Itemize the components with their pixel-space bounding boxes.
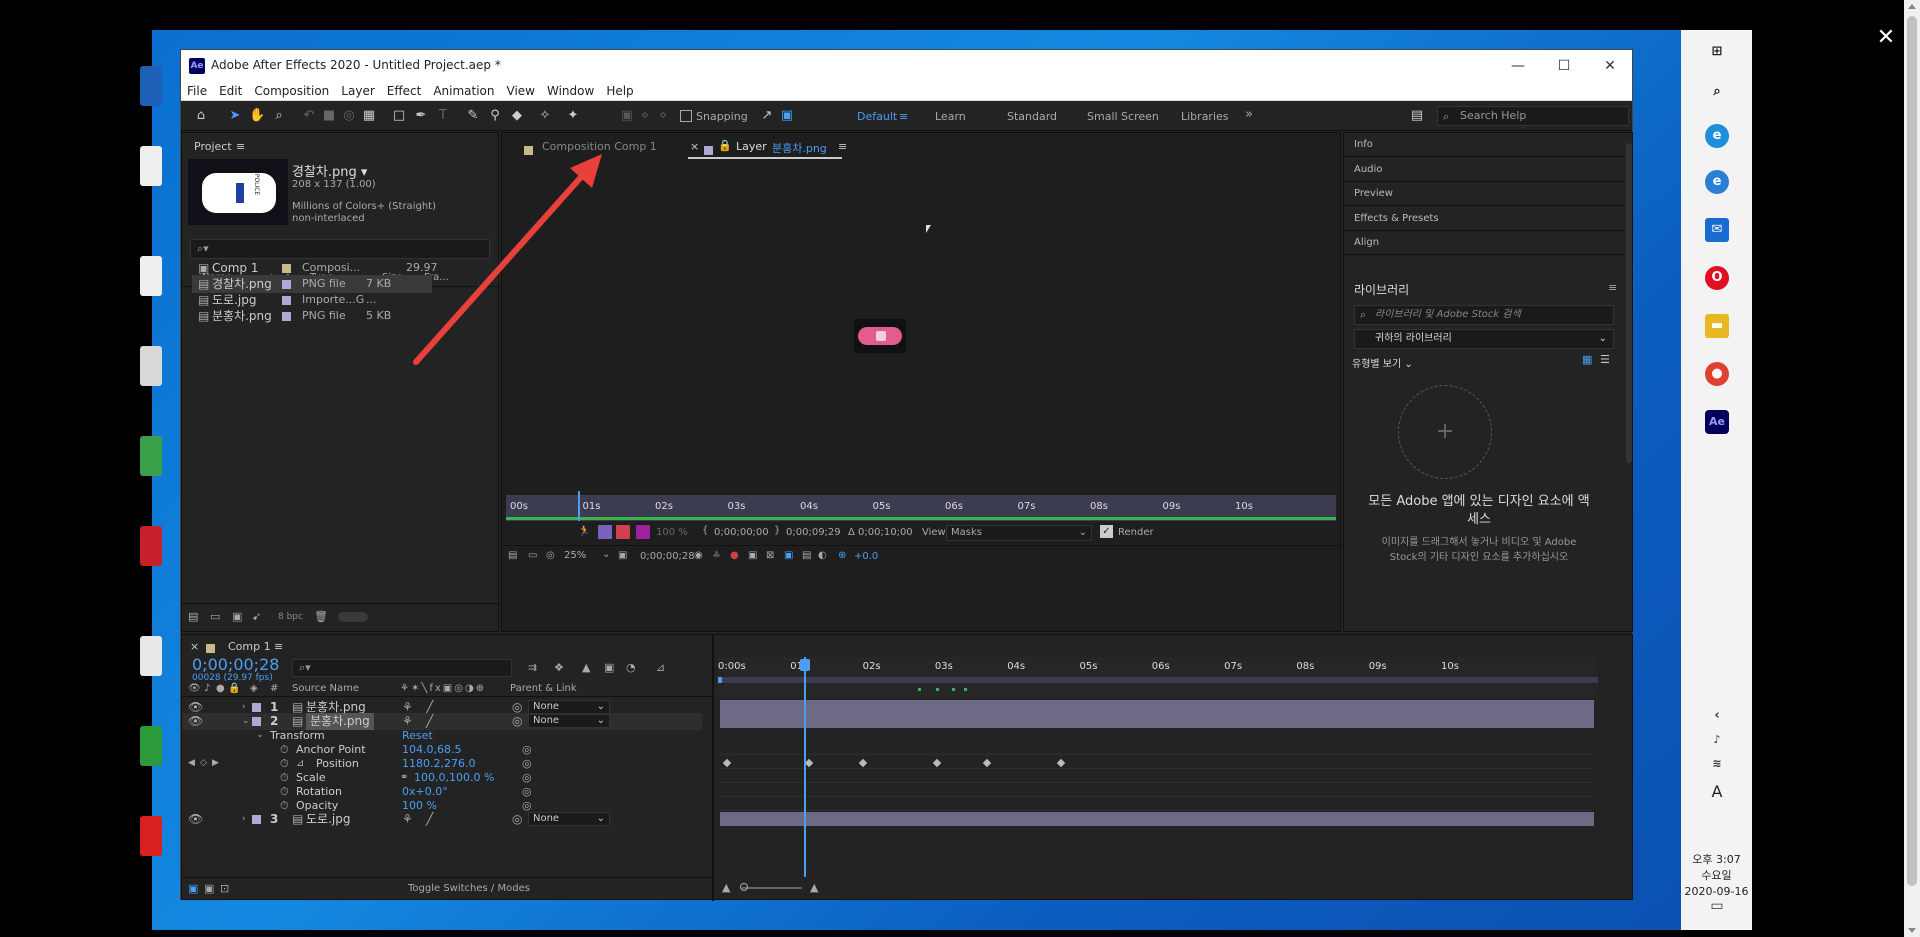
- annotation-arrow: [413, 154, 602, 365]
